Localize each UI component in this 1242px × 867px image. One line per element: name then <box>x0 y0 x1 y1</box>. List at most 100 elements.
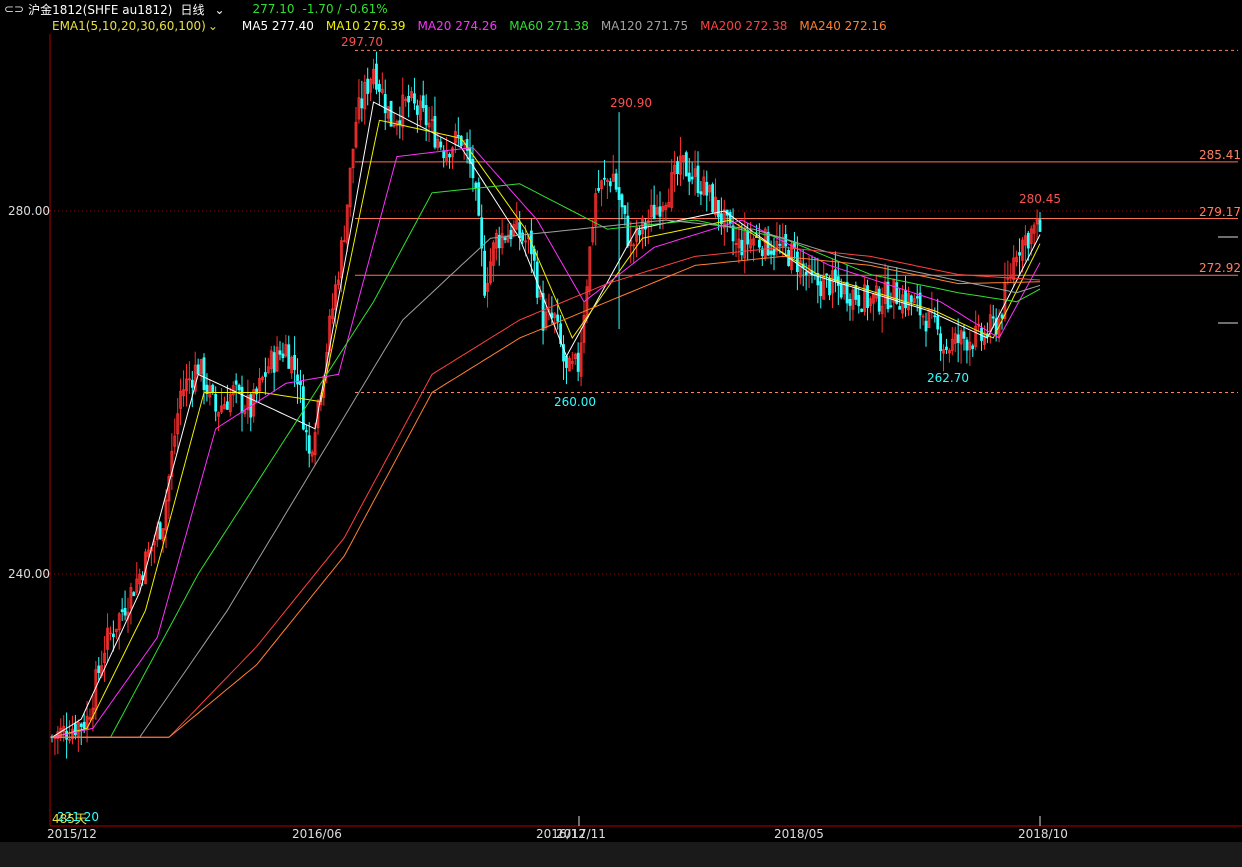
candle-body <box>705 181 709 196</box>
candle-body <box>638 229 641 236</box>
candle-body <box>918 292 922 316</box>
candle-body <box>255 388 259 395</box>
candle-body <box>360 98 364 109</box>
candle-body <box>626 215 630 247</box>
candle-body <box>898 306 902 310</box>
candle-body <box>956 334 960 343</box>
candle-body <box>196 364 200 375</box>
candle-body <box>413 93 416 104</box>
candle-body <box>556 314 560 322</box>
candle-body <box>456 134 460 137</box>
x-tick-label: 2018/10 <box>1018 827 1068 841</box>
candle-body <box>1018 252 1021 256</box>
level-label: 272.92 <box>1199 261 1241 275</box>
candle-body <box>483 250 487 296</box>
candle-body <box>980 327 983 341</box>
candle-body <box>123 607 127 616</box>
candle-body <box>120 609 124 612</box>
candle-body <box>769 250 773 255</box>
candle-body <box>772 248 776 256</box>
candle-body <box>945 346 948 350</box>
candle-body <box>111 633 115 638</box>
candle-body <box>202 357 206 390</box>
candle-body <box>296 374 299 385</box>
x-tick-label: 2018/05 <box>774 827 824 841</box>
candle-body <box>263 372 267 377</box>
candle-body <box>711 184 715 213</box>
candle-body <box>214 393 218 412</box>
ma-line-ma10 <box>51 119 1041 738</box>
candle-body <box>652 204 656 220</box>
candle-body <box>962 331 966 339</box>
candle-body <box>576 352 580 372</box>
candle-body <box>304 430 308 433</box>
candle-body <box>825 273 829 276</box>
candle-body <box>132 592 136 597</box>
candle-body <box>757 239 761 248</box>
candle-body <box>442 150 446 159</box>
candle-body <box>915 296 919 299</box>
candle-body <box>375 63 378 90</box>
candle-body <box>676 161 679 175</box>
candle-body <box>65 730 69 740</box>
candle-body <box>474 182 478 189</box>
candle-body <box>696 165 700 194</box>
low-label: 260.00 <box>554 395 596 409</box>
candle-body <box>424 105 428 126</box>
peak-label: 290.90 <box>610 96 652 110</box>
candle-body <box>211 384 215 393</box>
candle-body <box>608 181 612 187</box>
candle-body <box>73 723 77 736</box>
candle-body <box>971 345 975 349</box>
candle-body <box>603 177 606 180</box>
candle-body <box>620 194 624 208</box>
candle-body <box>240 386 244 413</box>
candlestick-chart[interactable] <box>0 0 1242 867</box>
candle-body <box>439 141 443 148</box>
candle-body <box>784 234 788 247</box>
candle-body <box>860 308 864 312</box>
candle-body <box>939 333 943 352</box>
candle-body <box>190 379 194 388</box>
candle-body <box>717 199 720 218</box>
candle-body <box>278 350 282 355</box>
low-label: 262.70 <box>927 371 969 385</box>
candle-body <box>866 285 869 309</box>
candle-body <box>699 191 703 195</box>
candle-body <box>623 205 627 214</box>
candle-body <box>991 316 995 319</box>
candle-body <box>597 187 601 191</box>
candle-body <box>617 187 621 200</box>
candle-body <box>281 353 285 359</box>
candle-body <box>1038 219 1042 232</box>
candle-body <box>1000 314 1004 319</box>
candle-body <box>889 305 893 308</box>
candle-body <box>503 237 507 241</box>
candle-body <box>933 315 937 318</box>
candle-body <box>415 105 419 115</box>
bottom-bar <box>0 842 1242 867</box>
candle-body <box>521 232 525 241</box>
candle-body <box>936 315 940 330</box>
candle-body <box>614 173 618 190</box>
candle-body <box>886 281 890 310</box>
candle-body <box>448 153 451 158</box>
high-label: 297.70 <box>341 35 383 49</box>
x-tick-label: 2017/11 <box>556 827 606 841</box>
candle-body <box>924 320 928 332</box>
time-axis: 2015/12 2016/06 2016/12 2017/11 2018/05 2018/… <box>0 826 1242 842</box>
candle-body <box>459 135 463 147</box>
candle-body <box>272 352 276 373</box>
level-label: 279.17 <box>1199 205 1241 219</box>
candle-body <box>234 380 238 385</box>
candle-body <box>658 206 662 217</box>
candle-body <box>848 298 852 306</box>
candle-body <box>909 295 913 303</box>
candle-body <box>1026 232 1030 249</box>
candle-body <box>746 230 750 245</box>
candle-body <box>480 217 484 249</box>
y-tick-label: 280.00 <box>8 204 50 218</box>
candle-body <box>643 222 647 230</box>
y-tick-label: 240.00 <box>8 567 50 581</box>
candle-body <box>740 239 744 256</box>
